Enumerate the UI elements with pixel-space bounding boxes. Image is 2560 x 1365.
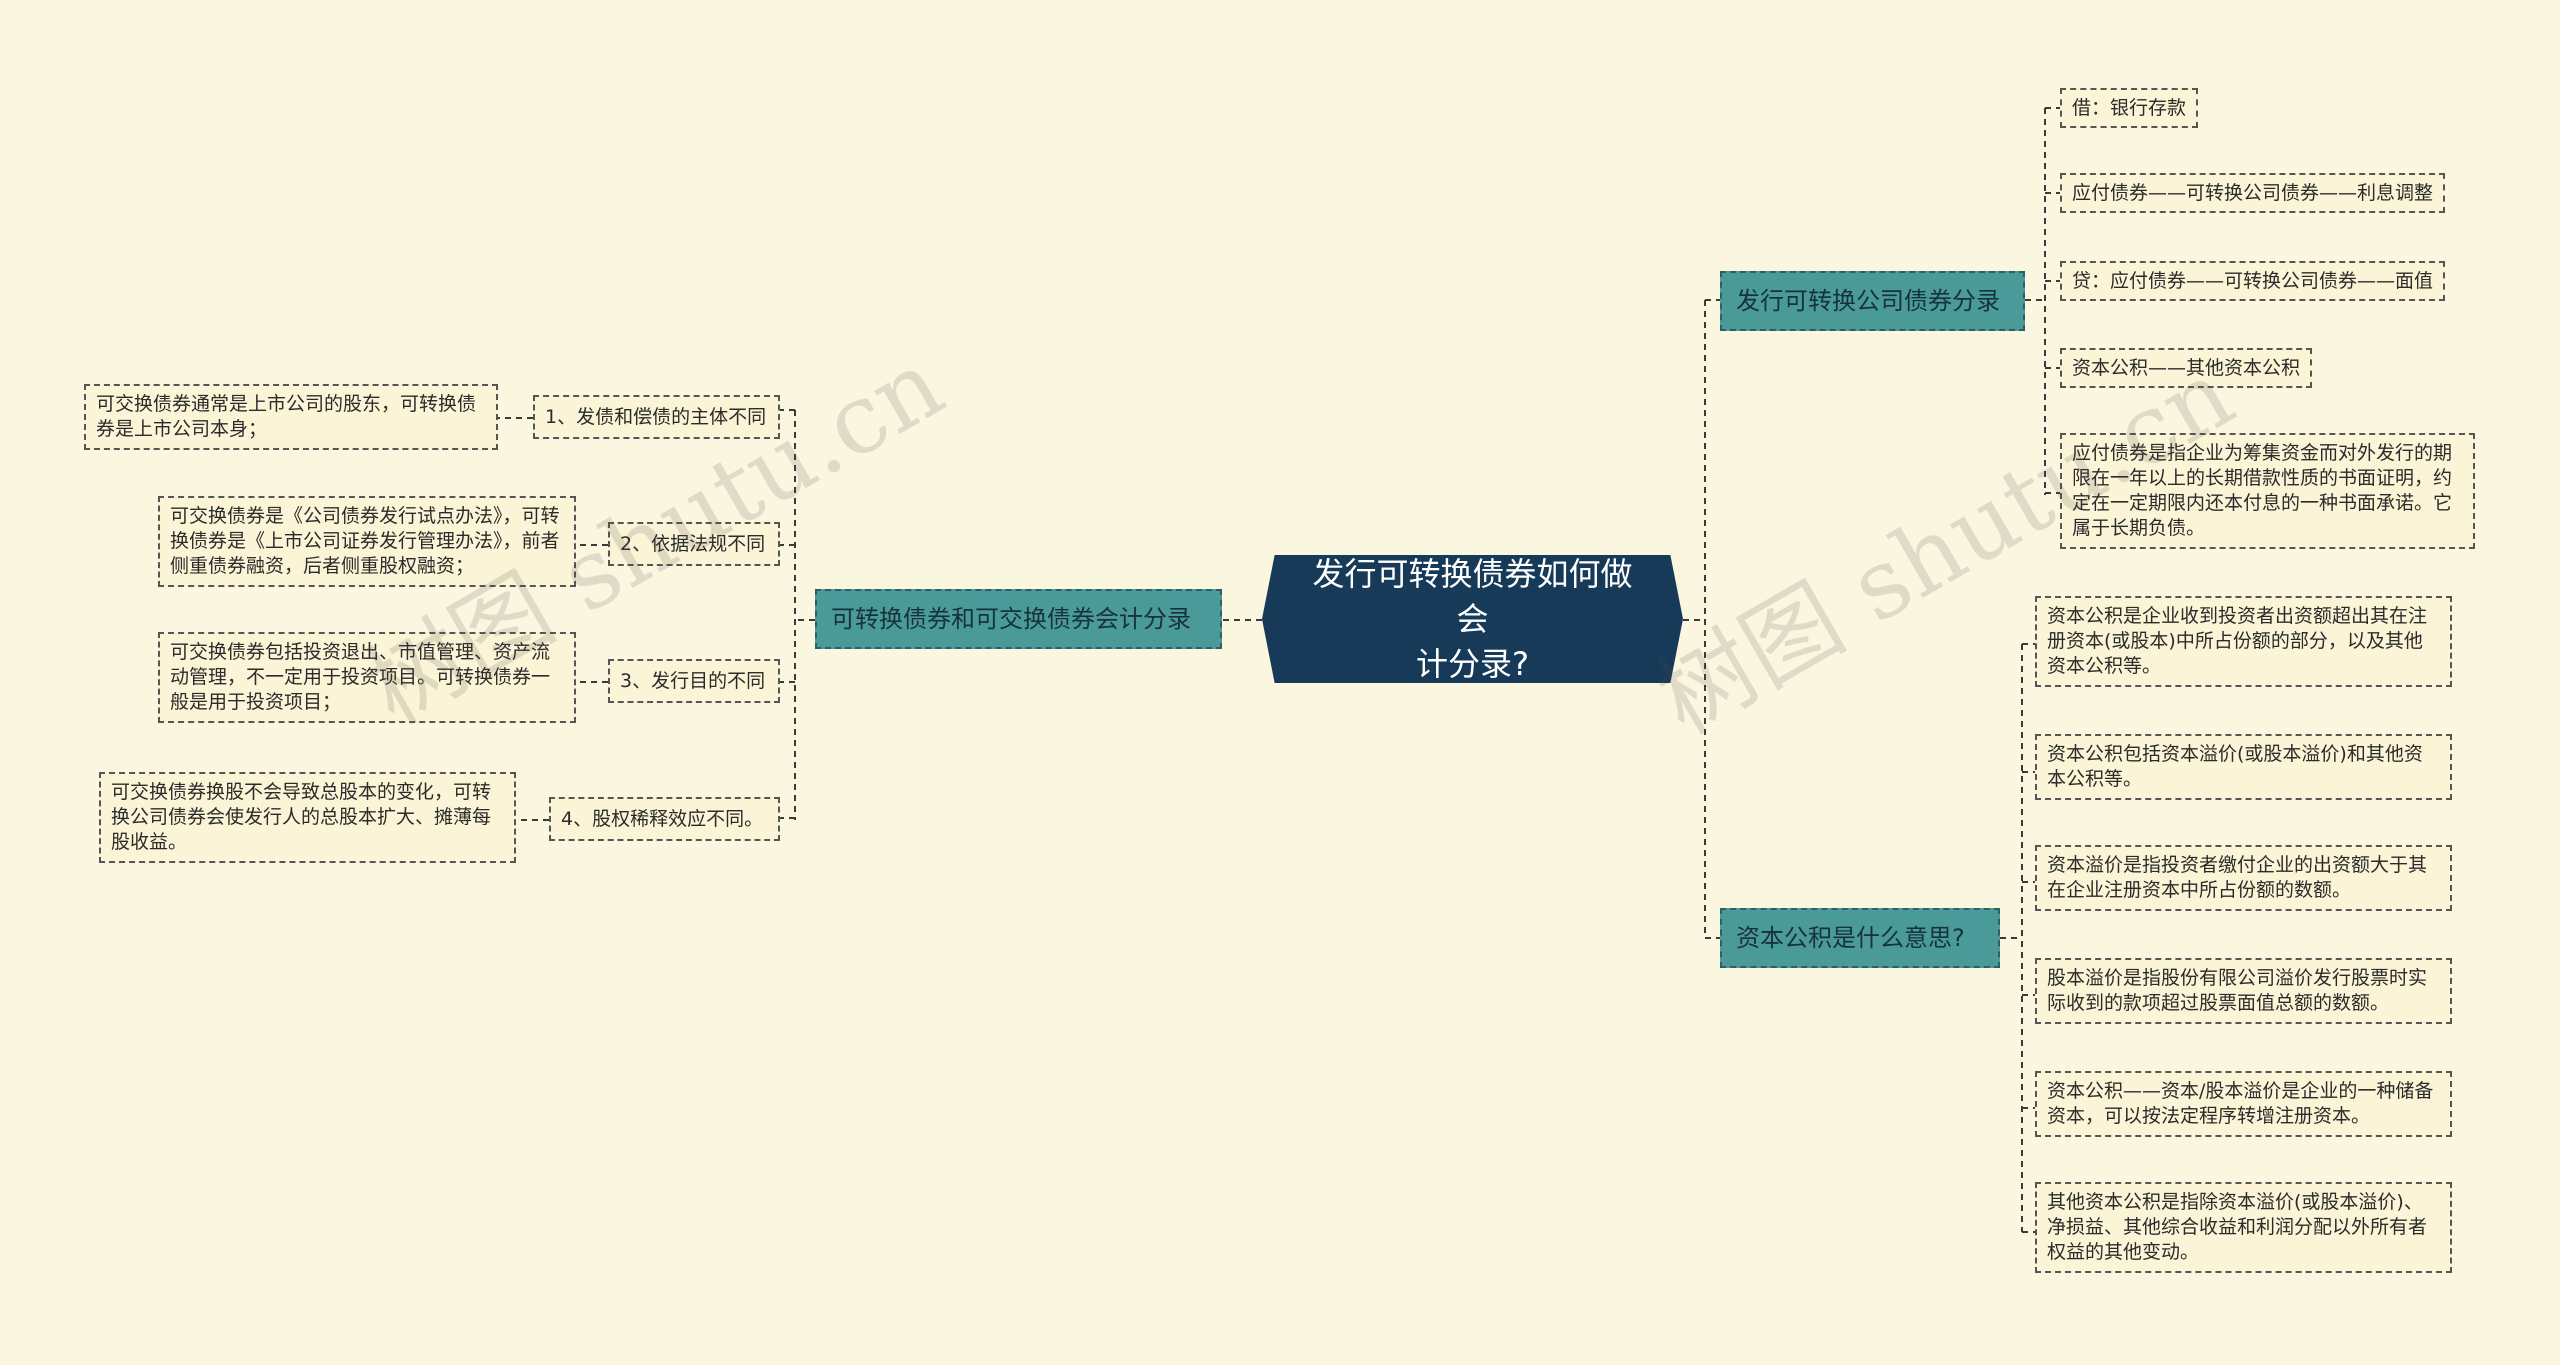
connector <box>498 417 608 821</box>
right-top-leaf-3[interactable]: 贷：应付债券——可转换公司债券——面值 <box>2060 261 2446 301</box>
branch-right-top-label: 发行可转换公司债券分录 <box>1736 287 2000 315</box>
left-detail-2[interactable]: 可交换债券是《公司债券发行试点办法》，可转换债券是《上市公司证券发行管理办法》，… <box>158 496 576 587</box>
left-sub-2[interactable]: 2、依据法规不同 <box>608 522 780 566</box>
right-top-leaf-3-text: 贷：应付债券——可转换公司债券——面值 <box>2072 270 2434 292</box>
right-top-leaf-1-text: 借：银行存款 <box>2072 97 2187 119</box>
mindmap-canvas: 发行可转换债券如何做会 计分录? 可转换债券和可交换债券会计分录 1、发债和偿债… <box>0 0 2560 1365</box>
left-sub-3[interactable]: 3、发行目的不同 <box>608 659 780 703</box>
left-detail-1[interactable]: 可交换债券通常是上市公司的股东，可转换债券是上市公司本身； <box>84 384 498 450</box>
connector <box>1683 299 1720 939</box>
branch-left[interactable]: 可转换债券和可交换债券会计分录 <box>815 589 1222 649</box>
left-sub-4[interactable]: 4、股权稀释效应不同。 <box>549 797 780 841</box>
right-bottom-leaf-2[interactable]: 资本公积包括资本溢价(或股本溢价)和其他资本公积等。 <box>2035 734 2452 800</box>
left-sub-1-label: 1、发债和偿债的主体不同 <box>545 406 767 428</box>
right-top-leaf-5-text: 应付债券是指企业为筹集资金而对外发行的期限在一年以上的长期借款性质的书面证明，约… <box>2072 442 2453 539</box>
left-detail-3-text: 可交换债券包括投资退出、市值管理、资产流动管理，不一定用于投资项目。可转换债券一… <box>170 641 551 713</box>
right-bottom-leaf-4[interactable]: 股本溢价是指股份有限公司溢价发行股票时实际收到的款项超过股票面值总额的数额。 <box>2035 958 2452 1024</box>
root-title-line2: 计分录? <box>1416 644 1529 683</box>
left-detail-2-text: 可交换债券是《公司债券发行试点办法》，可转换债券是《上市公司证券发行管理办法》，… <box>170 505 560 577</box>
right-top-leaf-2-text: 应付债券——可转换公司债券——利息调整 <box>2072 182 2434 204</box>
branch-left-label: 可转换债券和可交换债券会计分录 <box>831 605 1191 633</box>
right-bottom-leaf-4-text: 股本溢价是指股份有限公司溢价发行股票时实际收到的款项超过股票面值总额的数额。 <box>2047 967 2428 1014</box>
left-detail-1-text: 可交换债券通常是上市公司的股东，可转换债券是上市公司本身； <box>96 393 477 440</box>
left-detail-3[interactable]: 可交换债券包括投资退出、市值管理、资产流动管理，不一定用于投资项目。可转换债券一… <box>158 632 576 723</box>
right-top-leaf-1[interactable]: 借：银行存款 <box>2060 88 2199 128</box>
root-title-line1: 发行可转换债券如何做会 <box>1312 554 1633 638</box>
right-bottom-leaf-1[interactable]: 资本公积是企业收到投资者出资额超出其在注册资本(或股本)中所占份额的部分，以及其… <box>2035 596 2452 687</box>
right-bottom-leaf-3-text: 资本溢价是指投资者缴付企业的出资额大于其在企业注册资本中所占份额的数额。 <box>2047 854 2428 901</box>
right-top-leaf-5[interactable]: 应付债券是指企业为筹集资金而对外发行的期限在一年以上的长期借款性质的书面证明，约… <box>2060 433 2475 549</box>
connector <box>2025 107 2060 495</box>
right-bottom-leaf-5-text: 资本公积——资本/股本溢价是企业的一种储备资本，可以按法定程序转增注册资本。 <box>2047 1080 2434 1127</box>
branch-right-bottom[interactable]: 资本公积是什么意思? <box>1720 908 2000 968</box>
right-top-leaf-4-text: 资本公积——其他资本公积 <box>2072 357 2301 379</box>
right-bottom-leaf-2-text: 资本公积包括资本溢价(或股本溢价)和其他资本公积等。 <box>2047 743 2423 790</box>
root-node[interactable]: 发行可转换债券如何做会 计分录? <box>1262 555 1683 683</box>
branch-right-top[interactable]: 发行可转换公司债券分录 <box>1720 271 2025 331</box>
left-sub-3-label: 3、发行目的不同 <box>620 670 766 692</box>
right-bottom-leaf-1-text: 资本公积是企业收到投资者出资额超出其在注册资本(或股本)中所占份额的部分，以及其… <box>2047 605 2428 677</box>
connector <box>780 409 815 820</box>
right-bottom-leaf-5[interactable]: 资本公积——资本/股本溢价是企业的一种储备资本，可以按法定程序转增注册资本。 <box>2035 1071 2452 1137</box>
connector <box>2000 643 2035 1233</box>
right-top-leaf-4[interactable]: 资本公积——其他资本公积 <box>2060 348 2313 388</box>
branch-right-bottom-label: 资本公积是什么意思? <box>1736 924 1965 952</box>
left-sub-2-label: 2、依据法规不同 <box>620 533 766 555</box>
right-top-leaf-2[interactable]: 应付债券——可转换公司债券——利息调整 <box>2060 173 2446 213</box>
left-sub-1[interactable]: 1、发债和偿债的主体不同 <box>533 395 780 439</box>
right-bottom-leaf-3[interactable]: 资本溢价是指投资者缴付企业的出资额大于其在企业注册资本中所占份额的数额。 <box>2035 845 2452 911</box>
left-detail-4[interactable]: 可交换债券换股不会导致总股本的变化，可转换公司债券会使发行人的总股本扩大、摊薄每… <box>99 772 516 863</box>
right-bottom-leaf-6[interactable]: 其他资本公积是指除资本溢价(或股本溢价)、净损益、其他综合收益和利润分配以外所有… <box>2035 1182 2452 1273</box>
left-detail-4-text: 可交换债券换股不会导致总股本的变化，可转换公司债券会使发行人的总股本扩大、摊薄每… <box>111 781 492 853</box>
left-sub-4-label: 4、股权稀释效应不同。 <box>561 808 764 830</box>
right-bottom-leaf-6-text: 其他资本公积是指除资本溢价(或股本溢价)、净损益、其他综合收益和利润分配以外所有… <box>2047 1191 2428 1263</box>
